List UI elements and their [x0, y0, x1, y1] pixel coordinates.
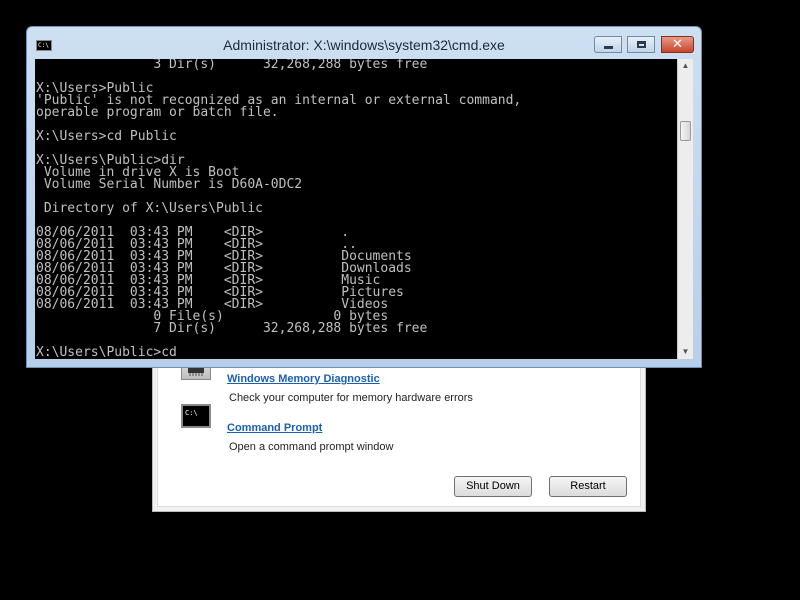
- console-line: 3 Dir(s) 32,268,288 bytes free: [153, 59, 428, 72]
- scrollbar-thumb[interactable]: [680, 121, 691, 141]
- vertical-scrollbar[interactable]: ▲ ▼: [677, 59, 693, 359]
- minimize-icon: [603, 46, 613, 49]
- console-line: 7 Dir(s) 32,268,288 bytes free: [153, 321, 428, 336]
- command-prompt-icon[interactable]: C:\: [181, 404, 211, 428]
- close-icon: ✕: [672, 37, 683, 52]
- recovery-options-list: Windows Memory Diagnostic Check your com…: [157, 345, 641, 507]
- cmd-window[interactable]: C:\ Administrator: X:\windows\system32\c…: [26, 26, 702, 368]
- scroll-up-icon[interactable]: ▲: [678, 59, 693, 73]
- console-text: 3 Dir(s) 32,268,288 bytes free X:\Users>…: [35, 59, 677, 359]
- maximize-icon: [636, 41, 646, 48]
- command-prompt-description: Open a command prompt window: [229, 441, 394, 453]
- console-line: Volume Serial Number is D60A-0DC2: [43, 177, 303, 192]
- console-line: Directory of X:\Users\Public: [43, 201, 263, 216]
- shut-down-button[interactable]: Shut Down: [454, 476, 532, 497]
- console-output[interactable]: 3 Dir(s) 32,268,288 bytes free X:\Users>…: [35, 59, 677, 359]
- minimize-button[interactable]: [594, 36, 622, 53]
- windows-memory-diagnostic-description: Check your computer for memory hardware …: [229, 392, 473, 404]
- console-line: operable program or batch file.: [36, 105, 279, 120]
- windows-memory-diagnostic-link[interactable]: Windows Memory Diagnostic: [227, 373, 380, 385]
- command-prompt-icon-text: C:\: [185, 409, 198, 417]
- maximize-button[interactable]: [627, 36, 655, 53]
- restart-button[interactable]: Restart: [549, 476, 627, 497]
- scroll-down-icon[interactable]: ▼: [678, 345, 693, 359]
- console-line: X:\Users\Public>cd: [36, 345, 177, 359]
- console-line: X:\Users>cd Public: [36, 129, 177, 144]
- close-button[interactable]: ✕: [661, 36, 694, 53]
- title-bar[interactable]: C:\ Administrator: X:\windows\system32\c…: [27, 27, 701, 59]
- command-prompt-link[interactable]: Command Prompt: [227, 422, 322, 434]
